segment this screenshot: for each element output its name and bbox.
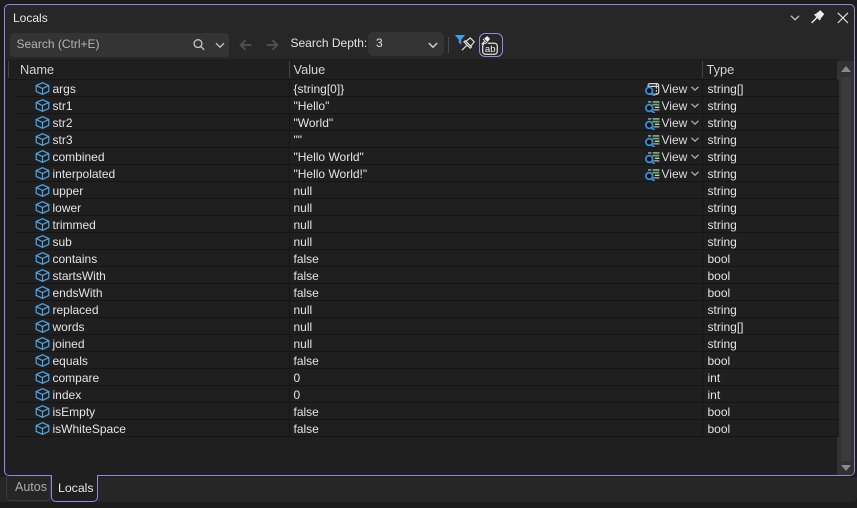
- svg-text:ab: ab: [485, 44, 496, 55]
